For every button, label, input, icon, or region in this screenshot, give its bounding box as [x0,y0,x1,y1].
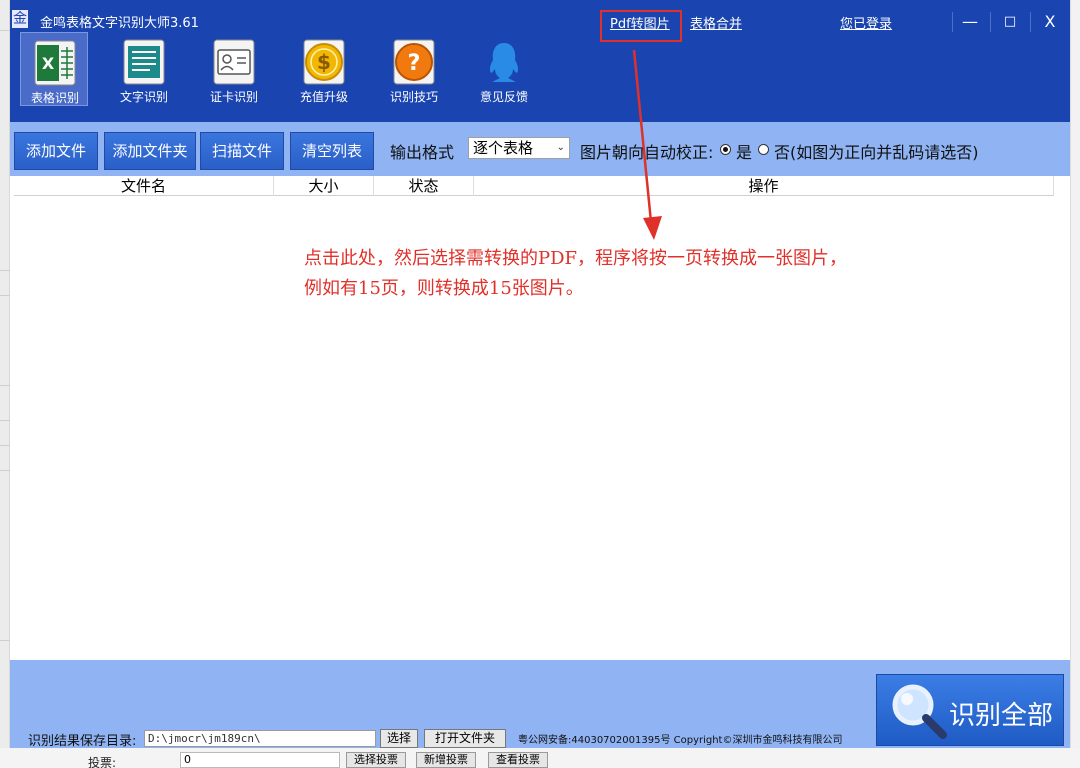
auto-correct-no-radio[interactable] [758,144,769,155]
help-icon: ? [393,39,435,85]
auto-correct-yes-radio[interactable] [720,144,731,155]
chevron-down-icon: ⌄ [556,142,565,153]
nav-label: 识别技巧 [389,90,438,104]
svg-text:?: ? [408,51,421,76]
recognize-all-label: 识别全部 [949,701,1054,731]
close-button[interactable]: X [1032,8,1068,36]
background-window-strip-right [1070,0,1080,768]
nav-label: 证卡识别 [209,90,258,104]
column-header[interactable]: 大小 [274,176,374,196]
add-folder-button[interactable]: 添加文件夹 [104,132,196,170]
excel-icon: X [34,40,76,86]
login-status-link[interactable]: 您已登录 [840,13,892,32]
nav-text-recognition[interactable]: 文字识别 [110,32,178,106]
nav-table-recognition[interactable]: X 表格识别 [20,32,88,106]
select-dir-button[interactable]: 选择 [380,729,418,748]
app-title: 金鸣表格文字识别大师3.61 [40,16,199,31]
background-button[interactable]: 查看投票 [488,752,548,768]
background-label: 投票: [88,756,117,768]
auto-correct-no-label: 否(如图为正向并乱码请选否) [774,143,979,162]
output-format-select[interactable]: 逐个表格 ⌄ [468,137,570,159]
background-field[interactable]: 0 [180,752,340,768]
file-table-header: 文件名 大小 状态 操作 [14,176,1054,196]
save-dir-input[interactable]: D:\jmocr\jm189cn\ [144,730,376,747]
background-form: 投票: 0 选择投票 新增投票 查看投票 [0,748,1080,768]
document-icon [123,39,165,85]
app-logo-icon: 金 [12,10,28,28]
table-merge-link[interactable]: 表格合并 [690,13,742,32]
nav-recharge[interactable]: $ 充值升级 [290,32,358,106]
column-header[interactable]: 操作 [474,176,1054,196]
output-format-value: 逐个表格 [473,139,534,157]
magnifier-icon [892,684,947,739]
nav-card-recognition[interactable]: 证卡识别 [200,32,268,106]
annotation-text: 点击此处，然后选择需转换的PDF，程序将按一页转换成一张图片， 例如有15页，则… [304,244,847,304]
auto-correct-yes-label: 是 [736,143,753,162]
column-header[interactable]: 文件名 [14,176,274,196]
coin-icon: $ [303,39,345,85]
maximize-button[interactable]: □ [992,8,1028,36]
nav-label: 文字识别 [119,90,168,104]
auto-correct-label: 图片朝向自动校正: [580,143,714,162]
add-file-button[interactable]: 添加文件 [14,132,98,170]
background-button[interactable]: 选择投票 [346,752,406,768]
recognize-all-button[interactable]: 识别全部 [876,674,1064,746]
toolbar: 添加文件 添加文件夹 扫描文件 清空列表 输出格式 逐个表格 ⌄ 图片朝向自动校… [10,122,1070,176]
id-card-icon [213,39,255,85]
column-header[interactable]: 状态 [374,176,474,196]
background-button[interactable]: 新增投票 [416,752,476,768]
annotation-line: 例如有15页，则转换成15张图片。 [304,278,584,299]
background-window-strip [0,0,10,768]
footer-bar: 识别结果保存目录: D:\jmocr\jm189cn\ 选择 打开文件夹 粤公网… [10,660,1070,749]
minimize-button[interactable]: — [952,8,988,36]
nav-label: 充值升级 [299,90,348,104]
open-folder-button[interactable]: 打开文件夹 [424,729,506,748]
app-window: 金 金鸣表格文字识别大师3.61 Pdf转图片 表格合并 您已登录 — □ X … [10,0,1070,749]
nav-tips[interactable]: ? 识别技巧 [380,32,448,106]
copyright-text: 粤公网安备:44030702001395号 Copyright©深圳市金鸣科技有… [518,735,843,746]
nav-feedback[interactable]: 意见反馈 [470,32,538,106]
pdf-to-image-link[interactable]: Pdf转图片 [610,13,670,32]
nav-label: 意见反馈 [479,90,528,104]
annotation-line: 点击此处，然后选择需转换的PDF，程序将按一页转换成一张图片， [304,248,848,269]
svg-text:$: $ [317,50,331,74]
output-format-label: 输出格式 [390,143,455,162]
nav-label: 表格识别 [30,91,79,105]
qq-icon [483,39,525,85]
clear-list-button[interactable]: 清空列表 [290,132,374,170]
save-dir-label: 识别结果保存目录: [28,734,137,749]
svg-text:X: X [42,54,55,73]
title-bar: 金 金鸣表格文字识别大师3.61 Pdf转图片 表格合并 您已登录 — □ X … [10,0,1070,122]
scan-file-button[interactable]: 扫描文件 [200,132,284,170]
